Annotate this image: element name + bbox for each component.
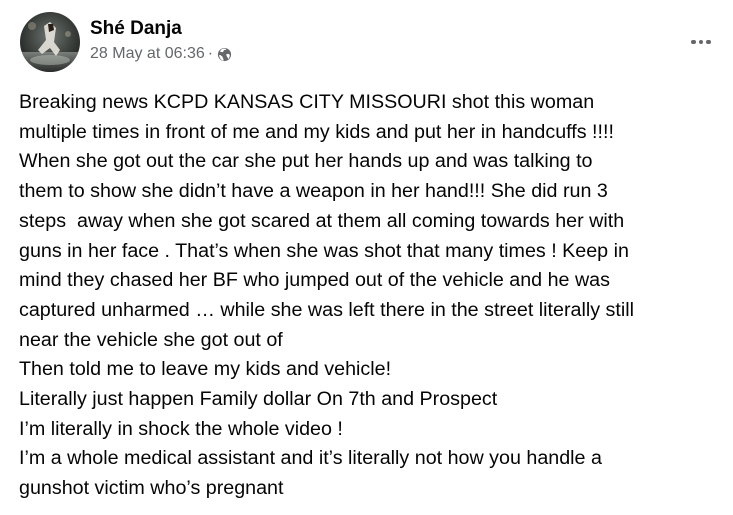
- avatar[interactable]: [20, 12, 80, 72]
- post-text-line: steps away when she got scared at them a…: [19, 209, 625, 232]
- post-text-line: Breaking news KCPD KANSAS CITY MISSOURI …: [19, 91, 595, 113]
- more-options-icon: [691, 39, 711, 45]
- more-options-button[interactable]: [683, 24, 719, 60]
- avatar-image: [20, 12, 80, 72]
- post-text-line: near the vehicle she got out of: [19, 328, 283, 351]
- meta-separator: ·: [207, 45, 214, 62]
- post-text-line: I’m literally in shock the whole video !: [19, 417, 343, 440]
- facebook-post: Shé Danja 28 May at 06:36 · Breaking new…: [0, 0, 733, 515]
- post-text-line: Then told me to leave my kids and vehicl…: [19, 358, 392, 381]
- post-body-text: Breaking news KCPD KANSAS CITY MISSOURI …: [19, 88, 725, 504]
- post-sub-meta: 28 May at 06:36 ·: [90, 43, 232, 65]
- author-name[interactable]: Shé Danja: [90, 17, 232, 41]
- post-text-line: guns in her face . That’s when she was s…: [19, 239, 629, 262]
- post-text-line: captured unharmed … while she was left t…: [19, 298, 634, 321]
- post-text-line: them to show she didn’t have a weapon in…: [19, 180, 608, 203]
- post-timestamp[interactable]: 28 May at 06:36: [90, 43, 205, 65]
- post-header: Shé Danja 28 May at 06:36 ·: [20, 12, 232, 72]
- post-text-line: gunshot victim who’s pregnant: [19, 477, 284, 500]
- post-text-line: mind they chased her BF who jumped out o…: [19, 269, 610, 292]
- post-text-line: multiple times in front of me and my kid…: [19, 120, 614, 143]
- post-text-line: I’m a whole medical assistant and it’s l…: [19, 447, 602, 470]
- post-text-line: When she got out the car she put her han…: [19, 150, 593, 173]
- globe-icon[interactable]: [217, 47, 232, 62]
- post-meta: Shé Danja 28 May at 06:36 ·: [90, 17, 232, 65]
- post-text-line: Literally just happen Family dollar On 7…: [19, 388, 498, 411]
